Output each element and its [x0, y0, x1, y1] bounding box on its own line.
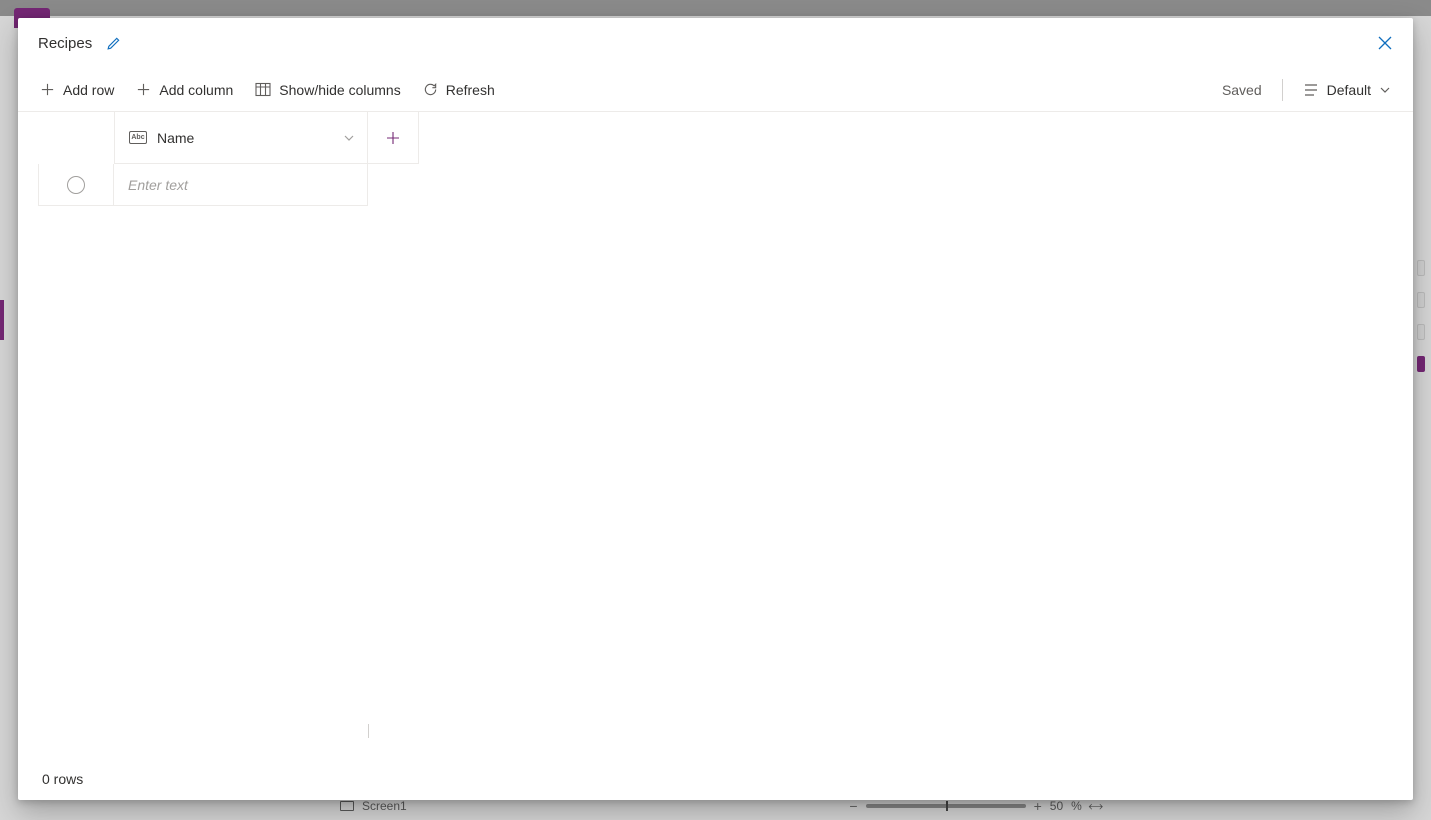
- plus-icon: [385, 130, 401, 146]
- view-selector[interactable]: Default: [1301, 78, 1393, 102]
- table-editor-modal: Recipes Add row Add column Show/hide col…: [18, 18, 1413, 800]
- right-rail-background: [1417, 260, 1425, 392]
- modal-footer: 0 rows: [18, 758, 1413, 800]
- close-button[interactable]: [1369, 27, 1401, 59]
- table-row: [38, 164, 419, 206]
- row-count: 0 rows: [42, 771, 83, 787]
- save-status: Saved: [1222, 82, 1264, 98]
- refresh-label: Refresh: [446, 82, 495, 98]
- refresh-button[interactable]: Refresh: [421, 78, 497, 102]
- modal-header: Recipes: [18, 18, 1413, 68]
- add-row-label: Add row: [63, 82, 114, 98]
- column-header-row: Abc Name: [38, 112, 419, 164]
- zoom-slider-background: [866, 804, 1026, 808]
- zoom-unit: %: [1071, 799, 1082, 813]
- toolbar-divider: [1282, 79, 1283, 101]
- select-all-column: [38, 112, 114, 164]
- plus-icon: [40, 82, 55, 97]
- name-input[interactable]: [128, 177, 353, 193]
- chevron-down-icon: [1379, 84, 1391, 96]
- column-resize-handle[interactable]: [368, 724, 369, 738]
- toolbar: Add row Add column Show/hide columns Ref…: [18, 68, 1413, 112]
- show-hide-label: Show/hide columns: [279, 82, 400, 98]
- screen-icon: [340, 801, 354, 811]
- column-header-name[interactable]: Abc Name: [114, 112, 368, 164]
- list-icon: [1303, 83, 1319, 97]
- view-label: Default: [1327, 82, 1371, 98]
- add-column-label: Add column: [159, 82, 233, 98]
- row-select-cell: [38, 164, 114, 206]
- text-type-icon: Abc: [129, 131, 147, 144]
- zoom-in-icon: +: [1034, 798, 1042, 814]
- add-column-inline-button[interactable]: [367, 112, 419, 164]
- left-rail-selection-background: [0, 300, 4, 340]
- data-grid: Abc Name: [18, 112, 1413, 758]
- add-column-button[interactable]: Add column: [134, 78, 235, 102]
- refresh-icon: [423, 82, 438, 97]
- row-select-radio[interactable]: [67, 176, 85, 194]
- chevron-down-icon: [343, 132, 355, 144]
- app-header-background: [0, 0, 1431, 16]
- name-cell[interactable]: [114, 164, 368, 206]
- column-name-label: Name: [157, 130, 333, 146]
- table-name: Recipes: [38, 35, 92, 52]
- zoom-out-icon: −: [849, 798, 857, 814]
- columns-icon: [255, 82, 271, 97]
- screen-label: Screen1: [362, 799, 407, 813]
- zoom-value: 50: [1050, 799, 1063, 813]
- plus-icon: [136, 82, 151, 97]
- edit-table-name-button[interactable]: [106, 36, 121, 51]
- show-hide-columns-button[interactable]: Show/hide columns: [253, 78, 402, 102]
- add-row-button[interactable]: Add row: [38, 78, 116, 102]
